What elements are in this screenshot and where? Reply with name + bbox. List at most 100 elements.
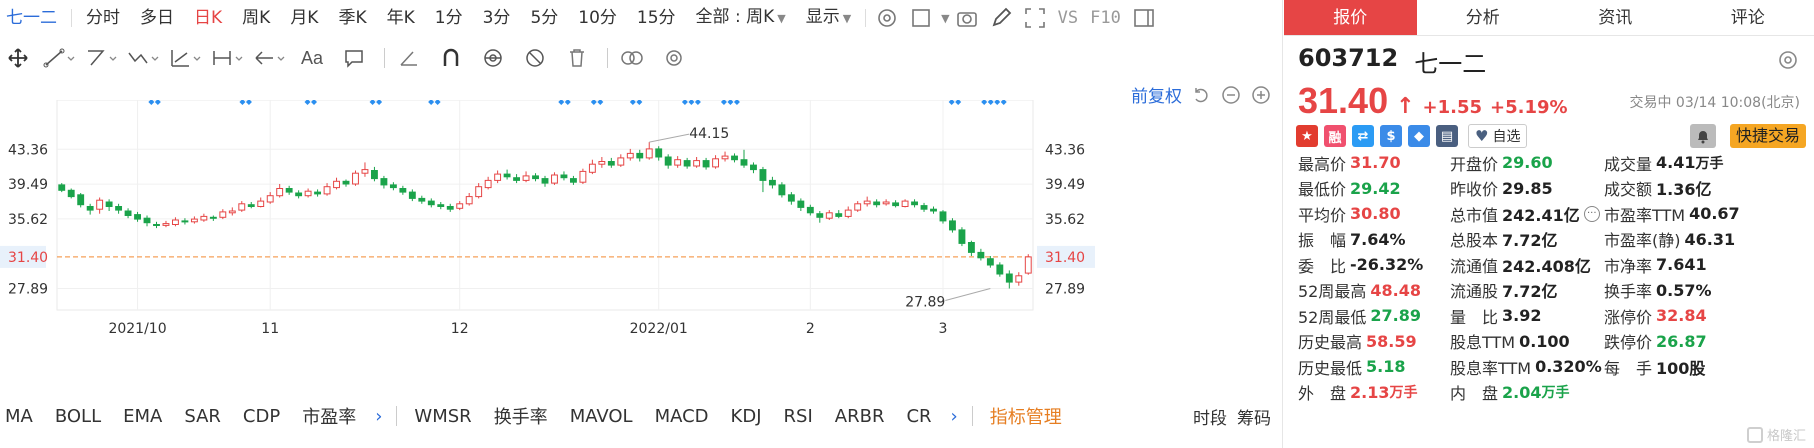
f10-button[interactable]: F10 [1084,8,1127,28]
line-tool-icon[interactable] [42,43,78,73]
period-tab-9[interactable]: 3分 [473,0,521,36]
eye-icon[interactable] [475,43,511,73]
event-marker-icon[interactable] [994,100,1001,105]
bottom-tab-1[interactable]: 筹码 [1237,404,1271,429]
cn-flag-icon[interactable]: ★ [1296,125,1318,147]
event-marker-icon[interactable] [987,100,994,105]
gear-icon[interactable] [1776,48,1800,72]
indicator-0[interactable]: MA [0,406,44,427]
fullscreen-icon[interactable] [1021,4,1049,32]
event-marker-icon[interactable] [376,100,383,105]
period-tab-10[interactable]: 5分 [520,0,568,36]
magnet-icon[interactable] [433,43,469,73]
trash-icon[interactable] [559,43,595,73]
chevron-right-icon[interactable]: › [943,406,966,427]
indicator-4[interactable]: CDP [232,406,291,427]
display-select[interactable]: 显示 ▼ [796,0,861,37]
period-tab-0[interactable]: 七一二 [0,0,67,36]
kline-chart[interactable]: 43.36 43.36 39.49 39.49 35.62 35.62 31.40 31.40… [0,100,1283,400]
event-marker-icon[interactable] [434,100,441,105]
event-marker-icon[interactable] [733,100,740,105]
period-tab-3[interactable]: 日K [184,0,232,36]
sub-indicator-0[interactable]: WMSR [403,406,482,427]
period-tab-4[interactable]: 周K [232,0,280,36]
indicator-3[interactable]: SAR [173,406,232,427]
indicator-1[interactable]: BOLL [44,406,112,427]
chart-settings-icon[interactable] [873,4,901,32]
sub-indicator-1[interactable]: 换手率 [483,403,559,429]
indicator-manage-button[interactable]: 指标管理 [979,403,1073,429]
event-marker-icon[interactable] [688,100,695,105]
event-marker-icon[interactable] [564,100,571,105]
tab-2[interactable]: 资讯 [1549,0,1682,35]
compare-icon[interactable] [614,43,650,73]
bottom-tab-0[interactable]: 时段 [1193,404,1227,429]
report-icon[interactable]: ▤ [1436,125,1458,147]
period-tab-5[interactable]: 月K [280,0,328,36]
tab-0[interactable]: 报价 [1284,0,1417,35]
event-marker-icon[interactable] [245,100,252,105]
watchlist-button[interactable]: ♥ 自选 [1468,124,1528,148]
connect-icon[interactable]: ⇄ [1352,125,1374,147]
tab-3[interactable]: 评论 [1682,0,1814,35]
polyline-tool-icon[interactable] [84,43,120,73]
more-info-icon[interactable]: ··· [1583,205,1600,222]
camera-icon[interactable] [953,4,981,32]
measure-tool-icon[interactable] [168,43,204,73]
period-tab-1[interactable]: 分时 [76,0,130,36]
sub-indicator-3[interactable]: MACD [644,406,720,427]
event-marker-icon[interactable] [981,100,988,105]
event-marker-icon[interactable] [1000,100,1007,105]
wave-tool-icon[interactable] [126,43,162,73]
hide-icon[interactable] [517,43,553,73]
vs-compare-button[interactable]: VS [1052,8,1084,28]
chevron-right-icon[interactable]: › [367,406,390,427]
period-tab-8[interactable]: 1分 [425,0,473,36]
crosshair-move-icon[interactable] [0,43,36,73]
event-marker-icon[interactable] [948,100,955,105]
text-tool-icon[interactable]: Aa [294,43,330,73]
panel-toggle-icon[interactable] [1130,4,1158,32]
event-marker-icon[interactable] [694,100,701,105]
range-tool-icon[interactable] [210,43,246,73]
sub-indicator-7[interactable]: CR [895,406,942,427]
dollar-icon[interactable]: $ [1380,125,1402,147]
event-marker-icon[interactable] [148,100,155,105]
tag-icon[interactable]: ◆ [1408,125,1430,147]
sub-indicator-2[interactable]: MAVOL [559,406,644,427]
event-marker-icon[interactable] [369,100,376,105]
arrow-tool-icon[interactable] [252,43,288,73]
period-tab-2[interactable]: 多日 [130,0,184,36]
event-marker-icon[interactable] [428,100,435,105]
event-marker-icon[interactable] [636,100,643,105]
event-marker-icon[interactable] [681,100,688,105]
event-marker-icon[interactable] [154,100,161,105]
event-marker-icon[interactable] [955,100,962,105]
tab-1[interactable]: 分析 [1417,0,1550,35]
period-tab-6[interactable]: 季K [328,0,376,36]
event-marker-icon[interactable] [304,100,311,105]
margin-icon[interactable]: 融 [1324,125,1346,147]
fast-trade-button[interactable]: 快捷交易 [1729,124,1806,148]
event-marker-icon[interactable] [590,100,597,105]
event-marker-icon[interactable] [720,100,727,105]
event-marker-icon[interactable] [727,100,734,105]
comment-tool-icon[interactable] [336,43,372,73]
sub-indicator-6[interactable]: ARBR [824,406,896,427]
period-tab-11[interactable]: 10分 [568,0,627,36]
period-tab-7[interactable]: 年K [377,0,425,36]
period-tab-12[interactable]: 15分 [627,0,686,36]
bell-icon[interactable] [1689,124,1716,148]
range-select[interactable]: 全部 : 周K ▼ [686,0,796,37]
event-marker-icon[interactable] [239,100,246,105]
sub-indicator-5[interactable]: RSI [773,406,824,427]
event-marker-icon[interactable] [311,100,318,105]
event-marker-icon[interactable] [558,100,565,105]
style-select-icon[interactable] [907,4,935,32]
angle-tool-icon[interactable] [391,43,427,73]
draw-settings-icon[interactable] [656,43,692,73]
event-marker-icon[interactable] [629,100,636,105]
event-marker-icon[interactable] [597,100,604,105]
indicator-2[interactable]: EMA [112,406,173,427]
pencil-icon[interactable] [987,4,1015,32]
